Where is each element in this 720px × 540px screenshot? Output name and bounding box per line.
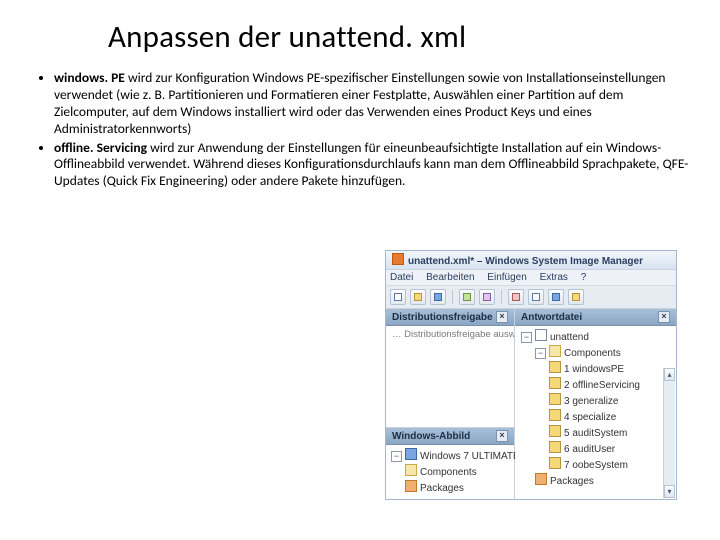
window-title: unattend.xml* – Windows System Image Man… bbox=[408, 256, 643, 267]
bullet-text: wird zur Konfiguration Windows PE-spezif… bbox=[54, 69, 666, 137]
tree-components[interactable]: − Components 1 windowsPE 2 offlineServici… bbox=[535, 345, 674, 473]
tree-label: Packages bbox=[550, 476, 594, 487]
toolbar-button[interactable] bbox=[508, 289, 524, 305]
page-title: Anpassen der unattend. xml bbox=[108, 18, 692, 56]
menu-file[interactable]: Datei bbox=[390, 272, 413, 283]
menu-tools[interactable]: Extras bbox=[540, 272, 568, 283]
tree-label: Windows 7 ULTIMATE bbox=[420, 451, 520, 462]
toolbar-button[interactable] bbox=[528, 289, 544, 305]
pass-icon bbox=[549, 441, 561, 453]
tree-root-image[interactable]: −Windows 7 ULTIMATE Components Packages bbox=[391, 448, 509, 496]
tree-label: Components bbox=[564, 348, 621, 359]
toolbar-button[interactable] bbox=[430, 289, 446, 305]
tree-label: 3 generalize bbox=[564, 396, 618, 407]
folder-icon bbox=[549, 345, 561, 357]
pass-icon bbox=[549, 409, 561, 421]
tree-label: Components bbox=[420, 467, 477, 478]
package-icon bbox=[405, 480, 417, 492]
toolbar-separator bbox=[452, 290, 453, 304]
windows-icon bbox=[405, 448, 417, 460]
tree-pass[interactable]: 6 auditUser bbox=[549, 441, 674, 457]
bullet-bold: offline. Servicing bbox=[54, 139, 147, 156]
tree-label: 4 specialize bbox=[564, 412, 616, 423]
bullet-text: wird zur Anwendung der Einstellungen für… bbox=[54, 139, 688, 190]
close-icon[interactable]: × bbox=[496, 430, 508, 442]
tree-label: 1 windowsPE bbox=[564, 364, 624, 375]
app-window: unattend.xml* – Windows System Image Man… bbox=[385, 250, 677, 500]
menu-bar: Datei Bearbeiten Einfügen Extras ? bbox=[386, 270, 676, 286]
pass-icon bbox=[549, 377, 561, 389]
tree-label: Packages bbox=[420, 483, 464, 494]
tree-pass[interactable]: 4 specialize bbox=[549, 409, 674, 425]
close-icon[interactable]: × bbox=[496, 311, 508, 323]
tree-packages[interactable]: Packages bbox=[535, 473, 674, 489]
answer-file-header: Antwortdatei × bbox=[515, 309, 676, 326]
expand-icon[interactable]: − bbox=[521, 332, 532, 343]
bullet-item: windows. PE wird zur Konfiguration Windo… bbox=[54, 70, 692, 138]
tree-item[interactable]: Components bbox=[405, 464, 509, 480]
image-header: Windows-Abbild × bbox=[386, 428, 514, 445]
pass-icon bbox=[549, 393, 561, 405]
menu-help[interactable]: ? bbox=[581, 272, 587, 283]
toolbar-separator bbox=[501, 290, 502, 304]
tree-pass[interactable]: 5 auditSystem bbox=[549, 425, 674, 441]
toolbar-button[interactable] bbox=[390, 289, 406, 305]
pass-icon bbox=[549, 425, 561, 437]
bullet-list: windows. PE wird zur Konfiguration Windo… bbox=[28, 70, 692, 190]
window-titlebar: unattend.xml* – Windows System Image Man… bbox=[386, 251, 676, 270]
tree-pass[interactable]: 7 oobeSystem bbox=[549, 457, 674, 473]
pass-icon bbox=[549, 361, 561, 373]
tree-label: 2 offlineServicing bbox=[564, 380, 640, 391]
dist-share-title: Distributionsfreigabe bbox=[392, 312, 493, 323]
tree-root-unattend[interactable]: −unattend −Components 1 windowsPE 2 offl… bbox=[521, 329, 674, 489]
toolbar-button[interactable] bbox=[548, 289, 564, 305]
scrollbar[interactable]: ▴ ▾ bbox=[663, 368, 675, 498]
image-title: Windows-Abbild bbox=[392, 431, 470, 442]
tree-label: unattend bbox=[550, 332, 589, 343]
image-body: −Windows 7 ULTIMATE Components Packages bbox=[386, 445, 514, 499]
image-pane: Windows-Abbild × −Windows 7 ULTIMATE Com… bbox=[386, 427, 514, 499]
folder-icon bbox=[405, 464, 417, 476]
tree-pass[interactable]: 3 generalize bbox=[549, 393, 674, 409]
dist-share-pane: Distributionsfreigabe × … Distributionsf… bbox=[386, 309, 515, 499]
tree-label: 7 oobeSystem bbox=[564, 460, 628, 471]
toolbar-button[interactable] bbox=[410, 289, 426, 305]
expand-icon[interactable]: − bbox=[535, 348, 546, 359]
dist-share-header: Distributionsfreigabe × bbox=[386, 309, 514, 326]
answer-file-pane: Antwortdatei × −unattend −Components 1 w… bbox=[515, 309, 676, 499]
toolbar-button[interactable] bbox=[459, 289, 475, 305]
tree-pass[interactable]: 2 offlineServicing bbox=[549, 377, 674, 393]
package-icon bbox=[535, 473, 547, 485]
tree-label: 6 auditUser bbox=[564, 444, 615, 455]
close-icon[interactable]: × bbox=[658, 311, 670, 323]
app-icon bbox=[392, 253, 404, 265]
tree-item[interactable]: Packages bbox=[405, 480, 509, 496]
answer-file-body: −unattend −Components 1 windowsPE 2 offl… bbox=[515, 326, 676, 499]
scroll-down-icon[interactable]: ▾ bbox=[664, 485, 675, 498]
tree-pass[interactable]: 1 windowsPE bbox=[549, 361, 674, 377]
bullet-item: offline. Servicing wird zur Anwendung de… bbox=[54, 140, 692, 191]
toolbar-button[interactable] bbox=[479, 289, 495, 305]
menu-insert[interactable]: Einfügen bbox=[487, 272, 526, 283]
menu-edit[interactable]: Bearbeiten bbox=[426, 272, 474, 283]
scroll-up-icon[interactable]: ▴ bbox=[664, 368, 675, 381]
answer-file-title: Antwortdatei bbox=[521, 312, 582, 323]
pass-icon bbox=[549, 457, 561, 469]
document-icon bbox=[535, 329, 547, 341]
toolbar-button[interactable] bbox=[568, 289, 584, 305]
bullet-bold: windows. PE bbox=[54, 69, 125, 86]
tree-label: 5 auditSystem bbox=[564, 428, 627, 439]
toolbar bbox=[386, 286, 676, 309]
dist-share-body[interactable]: … Distributionsfreigabe auswählen bbox=[386, 326, 514, 427]
expand-icon[interactable]: − bbox=[391, 451, 402, 462]
